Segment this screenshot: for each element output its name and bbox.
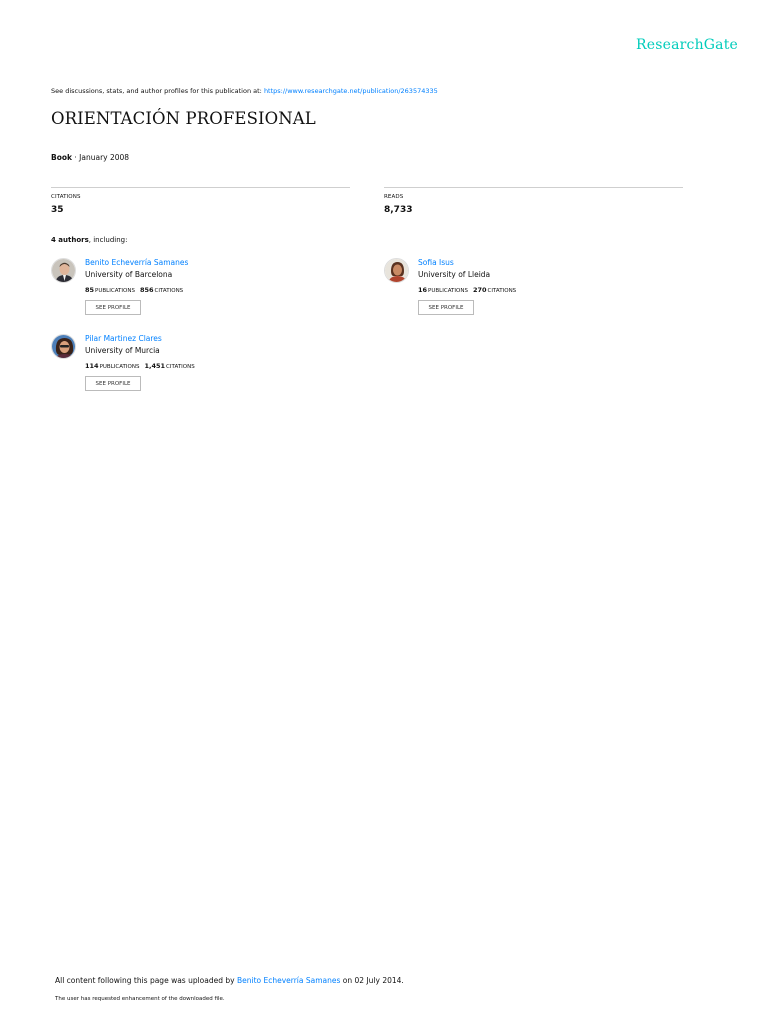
publications-count: 85 [85, 286, 95, 294]
avatar[interactable] [384, 258, 409, 283]
author-institution: University of Murcia [85, 346, 160, 355]
authors-count: 4 authors [51, 236, 89, 244]
discussion-line: See discussions, stats, and author profi… [51, 87, 438, 95]
uploader-link[interactable]: Benito Echeverría Samanes [237, 976, 340, 985]
publication-type: Book [51, 153, 73, 162]
see-profile-button[interactable]: See profile [418, 300, 474, 315]
publications-count: 16 [418, 286, 428, 294]
author-name-link[interactable]: Sofia Isus [418, 258, 454, 267]
reads-divider [384, 187, 683, 188]
authors-suffix: , including: [88, 236, 128, 244]
avatar-photo [385, 259, 408, 282]
citations-label: citations [487, 288, 517, 294]
upload-prefix: All content following this page was uplo… [55, 976, 237, 985]
author-card: Pilar Martinez Clares University of Murc… [51, 334, 351, 404]
citations-label: Citations [51, 194, 81, 200]
author-card: Sofia Isus University of Lleida 16public… [384, 258, 684, 328]
author-institution: University of Lleida [418, 270, 491, 279]
see-profile-button[interactable]: See profile [85, 376, 141, 391]
citations-count: 856 [139, 286, 154, 294]
author-stats: 16publications 270citations [418, 286, 521, 294]
researchgate-logo[interactable]: ResearchGate [636, 37, 738, 53]
avatar-photo [52, 259, 75, 282]
citations-value: 35 [51, 205, 64, 215]
publication-url-link[interactable]: https://www.researchgate.net/publication… [264, 87, 438, 95]
citations-count: 270 [472, 286, 487, 294]
avatar-photo [52, 335, 75, 358]
author-name-link[interactable]: Pilar Martinez Clares [85, 334, 162, 343]
author-stats: 85publications 856citations [85, 286, 188, 294]
citations-label: citations [154, 288, 184, 294]
publications-count: 114 [85, 362, 99, 370]
authors-summary: 4 authors, including: [51, 236, 127, 244]
upload-notice: All content following this page was uplo… [55, 976, 404, 985]
reads-value: 8,733 [384, 205, 413, 215]
publications-label: publications [99, 364, 140, 370]
publication-date: · January 2008 [72, 153, 130, 162]
discussion-prefix: See discussions, stats, and author profi… [51, 87, 264, 95]
upload-suffix: on 02 July 2014. [340, 976, 404, 985]
citations-count: 1,451 [144, 362, 166, 370]
author-stats: 114publications 1,451citations [85, 362, 200, 370]
reads-label: Reads [384, 194, 404, 200]
avatar[interactable] [51, 258, 76, 283]
publications-label: publications [428, 288, 468, 294]
avatar[interactable] [51, 334, 76, 359]
author-card: Benito Echeverría Samanes University of … [51, 258, 351, 328]
author-institution: University of Barcelona [85, 270, 173, 279]
see-profile-button[interactable]: See profile [85, 300, 141, 315]
enhancement-note: The user has requested enhancement of th… [55, 996, 225, 1002]
publication-type-date: Book · January 2008 [51, 153, 129, 162]
publications-label: publications [95, 288, 135, 294]
citations-label: citations [166, 364, 195, 370]
citations-divider [51, 187, 350, 188]
author-name-link[interactable]: Benito Echeverría Samanes [85, 258, 188, 267]
publication-title: ORIENTACIÓN PROFESIONAL [51, 109, 316, 128]
